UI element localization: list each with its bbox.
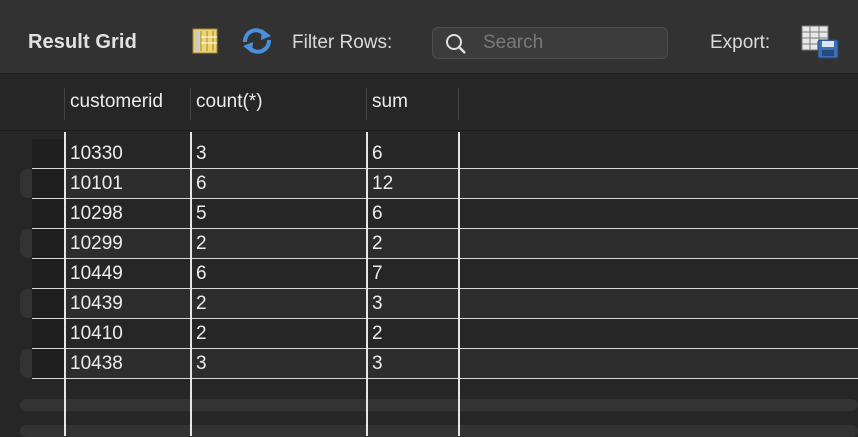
table-row[interactable] bbox=[32, 199, 858, 229]
table-cell[interactable]: 2 bbox=[372, 229, 383, 259]
grid-body: 10330 3 6 10101 6 12 10298 5 6 10299 2 2 10449 6 7 1043… bbox=[0, 132, 858, 437]
row-selector[interactable] bbox=[32, 259, 65, 288]
result-grid: customerid count(*) sum 10330 3 6 10101 6 12 1… bbox=[0, 75, 858, 437]
table-cell[interactable]: 3 bbox=[196, 349, 207, 379]
table-row[interactable] bbox=[32, 229, 858, 259]
column-header-sum[interactable]: sum bbox=[372, 91, 408, 123]
export-label: Export: bbox=[710, 32, 771, 53]
table-cell[interactable]: 2 bbox=[196, 229, 207, 259]
table-row[interactable] bbox=[32, 169, 858, 199]
row-divider bbox=[32, 378, 858, 379]
table-cell[interactable]: 6 bbox=[196, 259, 207, 289]
row-selector[interactable] bbox=[32, 229, 65, 258]
table-row[interactable] bbox=[32, 349, 858, 379]
table-cell[interactable]: 10438 bbox=[70, 349, 123, 379]
result-grid-title: Result Grid bbox=[28, 31, 137, 53]
header-separator bbox=[64, 88, 65, 120]
result-grid-toolbar: Result Grid Filter Rows: Export: bbox=[0, 0, 858, 74]
empty-row bbox=[20, 399, 858, 411]
grid-header-row: customerid count(*) sum bbox=[0, 75, 858, 131]
empty-row bbox=[20, 425, 858, 437]
row-selector[interactable] bbox=[32, 349, 65, 378]
table-cell[interactable]: 10298 bbox=[70, 199, 123, 229]
table-cell[interactable]: 3 bbox=[196, 139, 207, 169]
table-row[interactable] bbox=[32, 259, 858, 289]
table-cell[interactable]: 2 bbox=[372, 319, 383, 349]
filter-rows-label: Filter Rows: bbox=[292, 32, 393, 53]
column-header-count[interactable]: count(*) bbox=[196, 91, 263, 123]
header-separator bbox=[190, 88, 191, 120]
filter-search-box[interactable] bbox=[432, 27, 668, 59]
table-cell[interactable]: 6 bbox=[372, 139, 383, 169]
column-divider bbox=[64, 132, 66, 436]
row-selector[interactable] bbox=[32, 289, 65, 318]
column-divider bbox=[458, 132, 460, 436]
table-cell[interactable]: 10330 bbox=[70, 139, 123, 169]
table-cell[interactable]: 10449 bbox=[70, 259, 123, 289]
table-cell[interactable]: 12 bbox=[372, 169, 393, 199]
table-cell[interactable]: 2 bbox=[196, 319, 207, 349]
row-selector[interactable] bbox=[32, 199, 65, 228]
table-row[interactable] bbox=[32, 139, 858, 169]
table-cell[interactable]: 6 bbox=[372, 199, 383, 229]
search-input[interactable] bbox=[483, 28, 663, 58]
table-row[interactable] bbox=[32, 289, 858, 319]
column-divider bbox=[366, 132, 368, 436]
row-selector[interactable] bbox=[32, 319, 65, 348]
header-separator bbox=[458, 88, 459, 120]
column-divider bbox=[190, 132, 192, 436]
export-table-icon[interactable] bbox=[800, 24, 840, 60]
table-cell[interactable]: 10410 bbox=[70, 319, 123, 349]
table-row[interactable] bbox=[32, 319, 858, 349]
column-header-customerid[interactable]: customerid bbox=[70, 91, 163, 123]
header-separator bbox=[366, 88, 367, 120]
table-cell[interactable]: 10299 bbox=[70, 229, 123, 259]
table-cell[interactable]: 2 bbox=[196, 289, 207, 319]
table-cell[interactable]: 3 bbox=[372, 349, 383, 379]
table-cell[interactable]: 3 bbox=[372, 289, 383, 319]
row-selector[interactable] bbox=[32, 169, 65, 198]
row-selector[interactable] bbox=[32, 139, 65, 168]
table-cell[interactable]: 6 bbox=[196, 169, 207, 199]
table-cell[interactable]: 10101 bbox=[70, 169, 123, 199]
table-cell[interactable]: 5 bbox=[196, 199, 207, 229]
grid-layout-icon[interactable] bbox=[192, 28, 218, 54]
search-icon bbox=[446, 34, 466, 54]
table-cell[interactable]: 7 bbox=[372, 259, 383, 289]
table-cell[interactable]: 10439 bbox=[70, 289, 123, 319]
refresh-icon[interactable] bbox=[241, 27, 273, 55]
